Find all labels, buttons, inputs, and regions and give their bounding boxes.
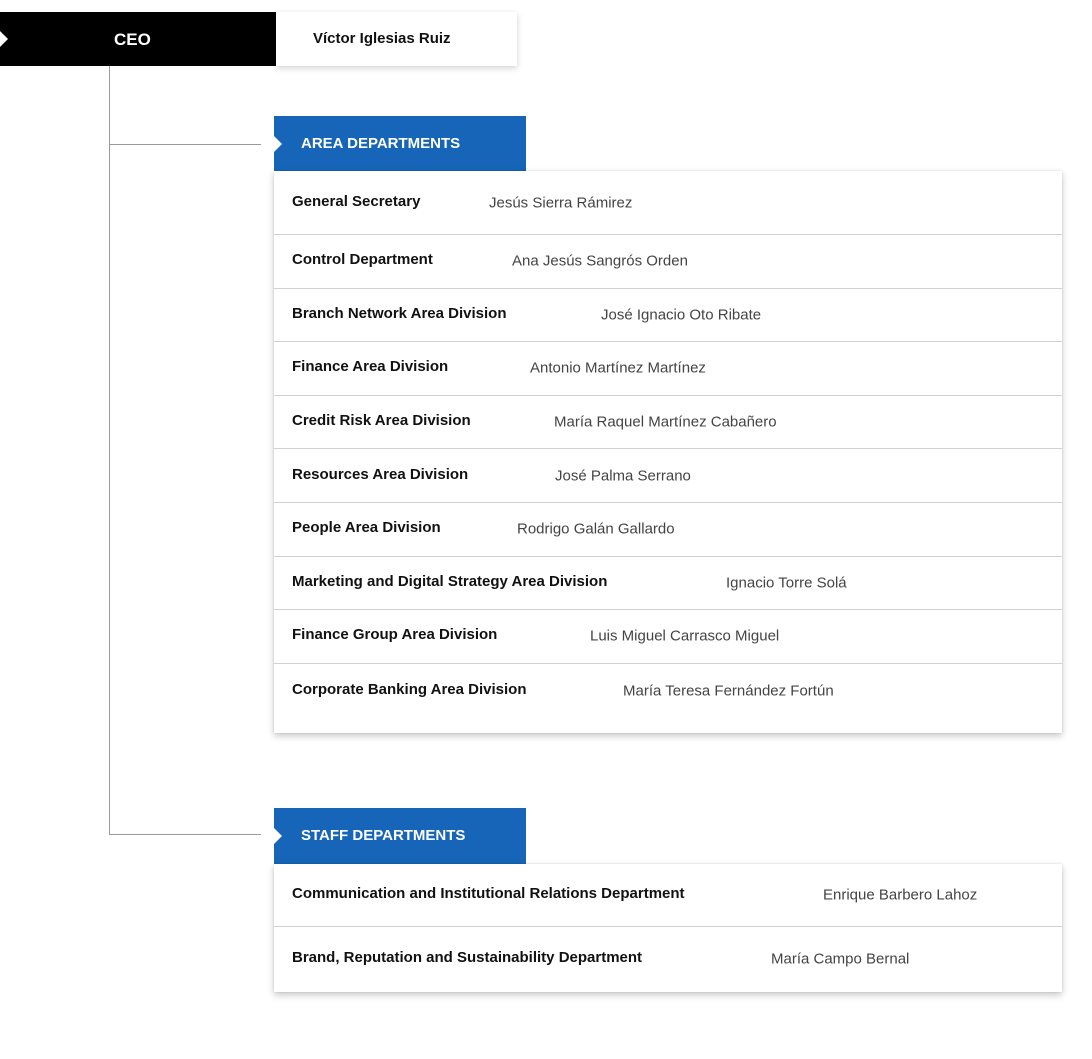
department-name: Branch Network Area Division <box>292 304 507 322</box>
table-row: Corporate Banking Area Division María Te… <box>274 664 1062 718</box>
department-name: Credit Risk Area Division <box>292 411 471 429</box>
table-row: Resources Area Division José Palma Serra… <box>274 449 1062 503</box>
department-name: Finance Area Division <box>292 358 449 376</box>
person-name: José Palma Serrano <box>555 467 691 485</box>
person-name: María Campo Bernal <box>771 950 910 967</box>
person-name: Ana Jesús Sangrós Orden <box>512 252 688 270</box>
table-row: Credit Risk Area Division María Raquel M… <box>274 396 1062 450</box>
table-row: Communication and Institutional Relation… <box>274 864 1062 927</box>
ceo-tab: CEO <box>0 12 276 66</box>
person-name: Rodrigo Galán Gallardo <box>517 520 675 538</box>
table-row: Control Department Ana Jesús Sangrós Ord… <box>274 235 1062 289</box>
department-name: Marketing and Digital Strategy Area Divi… <box>292 572 608 590</box>
arrow-notch-icon <box>274 828 282 844</box>
table-row: Finance Area Division Antonio Martínez M… <box>274 342 1062 396</box>
area-departments-tab: AREA DEPARTMENTS <box>274 116 526 172</box>
department-name: Communication and Institutional Relation… <box>292 884 685 902</box>
connector-vertical-line <box>109 66 110 834</box>
ceo-name: Víctor Iglesias Ruiz <box>276 12 517 66</box>
arrow-notch-icon <box>274 136 282 152</box>
area-departments-panel: General Secretary Jesús Sierra Rámirez C… <box>274 171 1062 733</box>
staff-departments-heading: STAFF DEPARTMENTS <box>301 827 466 844</box>
person-name: Jesús Sierra Rámirez <box>489 194 633 211</box>
table-row: General Secretary Jesús Sierra Rámirez <box>274 171 1062 235</box>
department-name: Control Department <box>292 251 433 269</box>
person-name: Luis Miguel Carrasco Miguel <box>590 627 780 645</box>
department-name: People Area Division <box>292 519 441 537</box>
connector-staff-line <box>109 834 261 835</box>
connector-area-line <box>109 144 261 145</box>
table-row: People Area Division Rodrigo Galán Galla… <box>274 503 1062 557</box>
person-name: Enrique Barbero Lahoz <box>823 886 978 904</box>
table-row: Finance Group Area Division Luis Miguel … <box>274 610 1062 664</box>
staff-departments-tab: STAFF DEPARTMENTS <box>274 808 526 864</box>
area-departments-heading: AREA DEPARTMENTS <box>301 135 461 152</box>
ceo-title: CEO <box>114 30 151 49</box>
person-name: Ignacio Torre Solá <box>726 574 847 592</box>
person-name: Antonio Martínez Martínez <box>530 359 706 377</box>
staff-departments-panel: Communication and Institutional Relation… <box>274 864 1062 992</box>
person-name: María Raquel Martínez Cabañero <box>554 413 777 431</box>
table-row: Brand, Reputation and Sustainability Dep… <box>274 927 1062 990</box>
table-row: Marketing and Digital Strategy Area Divi… <box>274 557 1062 611</box>
department-name: Brand, Reputation and Sustainability Dep… <box>292 948 643 966</box>
person-name: José Ignacio Oto Ribate <box>601 306 762 324</box>
department-name: General Secretary <box>292 192 421 210</box>
person-name: María Teresa Fernández Fortún <box>623 682 834 700</box>
department-name: Resources Area Division <box>292 465 469 483</box>
department-name: Corporate Banking Area Division <box>292 680 527 698</box>
table-row: Branch Network Area Division José Ignaci… <box>274 289 1062 343</box>
arrow-notch-icon <box>0 31 8 47</box>
department-name: Finance Group Area Division <box>292 626 498 644</box>
